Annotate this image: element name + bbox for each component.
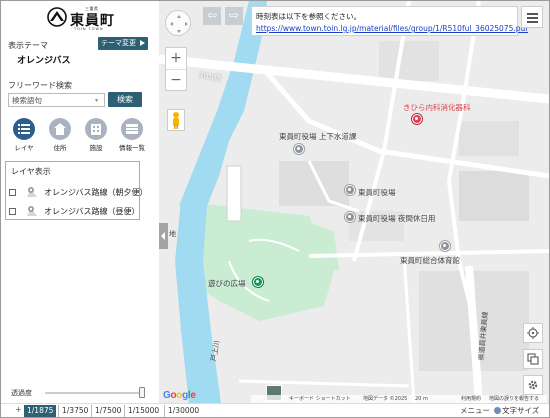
park-poi-icon[interactable] bbox=[253, 277, 263, 287]
scale-option[interactable]: 1/15000 bbox=[125, 405, 162, 417]
opacity-slider-thumb[interactable] bbox=[139, 387, 145, 398]
forward-arrow-icon[interactable]: ⇨ bbox=[225, 7, 243, 25]
app-frame: 三重県 東員町 TOIN TOWN 表示テーマ テーマ変更 オレンジバス フリー… bbox=[0, 0, 550, 418]
map-menu-button[interactable] bbox=[521, 6, 543, 28]
layer-item[interactable]: オレンジバス路線（朝夕便） bbox=[8, 186, 148, 200]
layer-checkbox[interactable] bbox=[9, 189, 16, 196]
history-nav: ⇦ ⇨ bbox=[203, 7, 247, 25]
pan-arrows-icon bbox=[170, 15, 188, 33]
opacity-label: 透過度 bbox=[11, 389, 32, 397]
toolbar-layer-label: レイヤ bbox=[14, 144, 34, 152]
font-size-control[interactable]: 文字サイズ bbox=[494, 405, 539, 416]
search-label: フリーワード検索 bbox=[8, 81, 72, 90]
info-popup: 時刻表は以下を参照ください。 https://www.town.toin.lg.… bbox=[251, 6, 528, 36]
map-label-square: 遊びの広場 bbox=[208, 279, 246, 288]
settings-button[interactable] bbox=[523, 375, 543, 395]
toolbar-layer[interactable]: レイヤ bbox=[9, 118, 39, 154]
scale-option[interactable]: 1/7500 bbox=[92, 405, 124, 417]
map-pin-icon bbox=[27, 187, 37, 197]
timetable-link[interactable]: https://www.town.toin.lg.jp/material/fil… bbox=[256, 24, 528, 33]
map-pin-icon bbox=[27, 206, 37, 216]
map-attribution: キーボード ショートカット 地図データ ©2025 20 m 利用規約 地図の誤… bbox=[251, 395, 547, 403]
function-toolbar: レイヤ 住所 施設 情報一覧 bbox=[9, 118, 151, 154]
scale-text: 20 m bbox=[415, 396, 428, 402]
theme-change-label: テーマ変更 bbox=[101, 39, 136, 47]
zoom-control: + − bbox=[165, 47, 187, 91]
theme-change-button[interactable]: テーマ変更 bbox=[98, 37, 148, 50]
search-button[interactable]: 検索 bbox=[108, 92, 142, 107]
crosshair-icon bbox=[527, 327, 539, 339]
terms-link[interactable]: 利用規約 bbox=[461, 395, 481, 403]
scale-option[interactable]: 1/1875 bbox=[24, 405, 57, 417]
house-icon bbox=[54, 123, 66, 135]
map-label-night-window: 東員町役場 夜間休日用 bbox=[358, 214, 436, 223]
toolbar-info-list-label: 情報一覧 bbox=[119, 144, 145, 152]
facility-poi-icon[interactable] bbox=[440, 241, 450, 251]
sidebar: 三重県 東員町 TOIN TOWN 表示テーマ テーマ変更 オレンジバス フリー… bbox=[1, 1, 160, 403]
font-size-label: 文字サイズ bbox=[502, 406, 540, 415]
building-icon bbox=[91, 124, 101, 135]
layer-checkbox[interactable] bbox=[9, 208, 16, 215]
theme-label: 表示テーマ bbox=[8, 41, 48, 50]
info-popup-text: 時刻表は以下を参照ください。 bbox=[256, 12, 361, 21]
map-label-edge: 地 bbox=[169, 230, 176, 238]
report-error-link[interactable]: 地図の誤りを報告する bbox=[489, 395, 539, 403]
scale-option[interactable]: 1/30000 bbox=[165, 405, 202, 417]
facility-poi-icon[interactable] bbox=[345, 212, 355, 222]
table-icon bbox=[126, 124, 138, 134]
scale-option[interactable]: 1/3750 bbox=[59, 405, 91, 417]
copy-icon bbox=[527, 353, 539, 365]
toolbar-address-label: 住所 bbox=[53, 144, 67, 152]
toolbar-facility-label: 施設 bbox=[89, 144, 103, 152]
map-label-clinic: きひら内科消化器科 bbox=[403, 103, 471, 112]
sidebar-collapse-handle[interactable] bbox=[159, 223, 168, 249]
toolbar-info-list[interactable]: 情報一覧 bbox=[117, 118, 147, 154]
menu-link[interactable]: メニュー bbox=[460, 405, 490, 416]
map-label-townhall: 東員町役場 bbox=[358, 188, 396, 197]
pan-control[interactable] bbox=[165, 10, 191, 36]
zoom-out-button[interactable]: − bbox=[166, 69, 186, 91]
layer-panel: レイヤ表示 オレンジバス路線（朝夕便） オレンジバス路線（昼便） bbox=[5, 161, 148, 220]
town-emblem-icon bbox=[47, 7, 67, 27]
play-icon bbox=[140, 40, 145, 46]
toolbar-address[interactable]: 住所 bbox=[45, 118, 75, 154]
opacity-slider-track[interactable] bbox=[45, 392, 145, 394]
layer-label: オレンジバス路線（昼便） bbox=[44, 207, 140, 216]
gear-icon bbox=[494, 407, 501, 414]
list-icon bbox=[18, 124, 30, 134]
chevron-down-icon[interactable]: ▾ bbox=[95, 97, 98, 104]
map-label-gym: 東員町総合体育館 bbox=[400, 256, 460, 265]
layer-panel-title: レイヤ表示 bbox=[11, 167, 51, 176]
clinic-poi-icon[interactable] bbox=[412, 114, 422, 124]
gear-icon bbox=[528, 380, 538, 390]
layers-button[interactable] bbox=[523, 349, 543, 369]
map-data-text: 地図データ ©2025 bbox=[363, 396, 408, 402]
search-input[interactable] bbox=[8, 93, 105, 107]
town-logo[interactable]: 三重県 東員町 TOIN TOWN bbox=[47, 5, 117, 31]
keyboard-shortcuts-link[interactable]: キーボード ショートカット bbox=[289, 395, 351, 403]
facility-poi-icon[interactable] bbox=[345, 185, 355, 195]
current-location-button[interactable] bbox=[523, 323, 543, 343]
toolbar-facility[interactable]: 施設 bbox=[81, 118, 111, 154]
theme-value: オレンジバス bbox=[17, 56, 71, 66]
google-logo: Google bbox=[163, 390, 196, 401]
facility-poi-icon[interactable] bbox=[294, 144, 304, 154]
zoom-in-button[interactable]: + bbox=[166, 48, 186, 69]
layer-item[interactable]: オレンジバス路線（昼便） bbox=[8, 205, 140, 219]
opacity-control: 透過度 bbox=[11, 387, 153, 399]
bottom-bar: + 1/1875 1/3750 1/7500 1/15000 1/30000 メ… bbox=[1, 403, 549, 417]
plus-icon[interactable]: + bbox=[15, 405, 22, 414]
town-roman: TOIN TOWN bbox=[74, 27, 104, 31]
layer-label: オレンジバス路線（朝夕便） bbox=[44, 188, 148, 197]
back-arrow-icon[interactable]: ⇦ bbox=[203, 7, 221, 25]
street-view-pegman-icon[interactable] bbox=[167, 109, 185, 131]
map-label-water-dept: 東員町役場 上下水道課 bbox=[279, 132, 357, 141]
map-canvas[interactable]: 丸山橋 きひら内科消化器科 東員町役場 上下水道課 東員町役場 東員町役場 夜間… bbox=[159, 1, 549, 403]
